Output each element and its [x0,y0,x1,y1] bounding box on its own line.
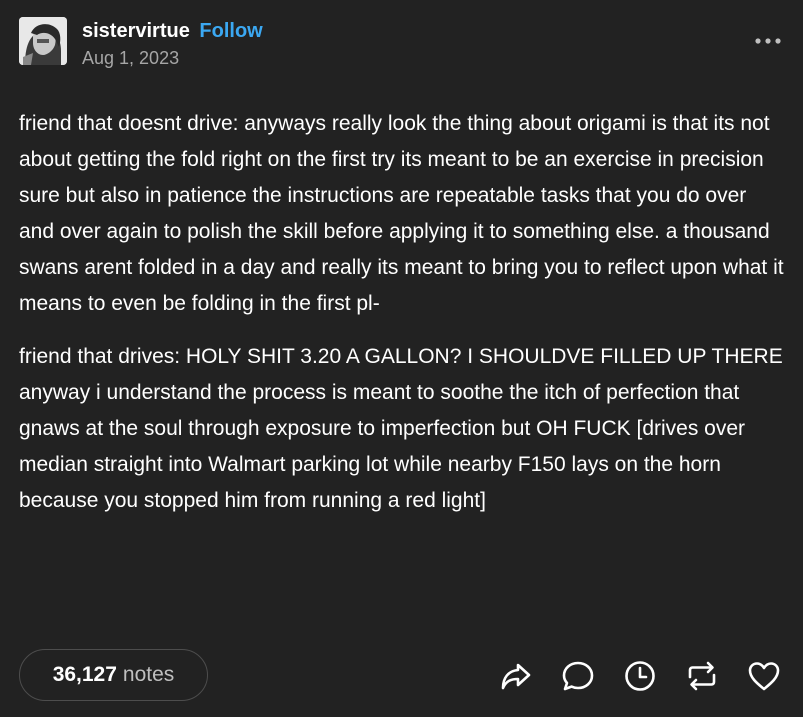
share-button[interactable] [497,657,535,695]
heart-icon [748,662,780,691]
notes-label: notes [122,663,175,686]
reply-button[interactable] [559,657,597,695]
post-header: sistervirtue Follow Aug 1, 2023 [19,17,783,69]
clock-icon [625,661,655,691]
post-paragraph: friend that drives: HOLY SHIT 3.20 A GAL… [19,345,783,512]
share-icon [501,663,531,690]
like-button[interactable] [745,657,783,695]
schedule-button[interactable] [621,657,659,695]
reply-icon [562,661,594,691]
more-dots-icon [755,38,781,44]
user-line: sistervirtue Follow [82,19,263,43]
username[interactable]: sistervirtue [82,20,190,42]
post-actions [497,657,783,695]
post-footer: 36,127 notes [19,649,783,703]
avatar-image [19,17,67,65]
post-paragraph: friend that doesnt drive: anyways really… [19,112,784,315]
post-body: friend that doesnt drive: anyways really… [19,106,787,536]
reblog-button[interactable] [683,657,721,695]
post-date[interactable]: Aug 1, 2023 [82,47,179,69]
avatar[interactable] [19,17,67,65]
notes-button[interactable]: 36,127 notes [19,649,208,701]
follow-button[interactable]: Follow [199,20,262,42]
post-card: sistervirtue Follow Aug 1, 2023 friend t… [0,0,803,717]
more-options-button[interactable] [753,31,783,51]
notes-count: 36,127 [52,663,117,686]
reblog-icon [688,661,716,691]
